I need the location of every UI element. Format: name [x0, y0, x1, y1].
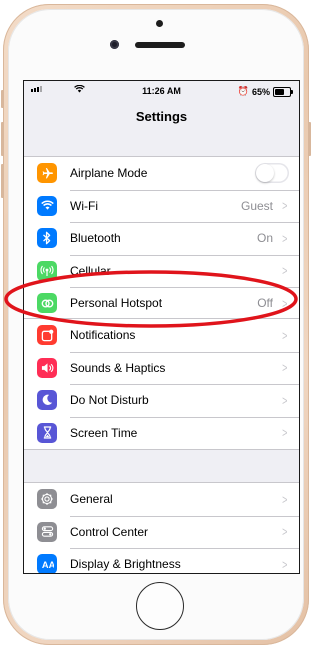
battery-fill [275, 88, 285, 95]
hourglass-icon [37, 422, 57, 443]
cellular-icon [37, 260, 57, 281]
battery-percent: 65% [251, 86, 270, 97]
notifications-icon [37, 325, 57, 346]
chevron-right-icon: > [282, 295, 288, 311]
settings-row-label: Control Center [70, 524, 149, 539]
settings-row-label: Notifications [70, 328, 136, 343]
settings-row-cellular[interactable]: Cellular > [24, 254, 299, 288]
toggle-knob [256, 164, 274, 183]
airplane-mode-toggle[interactable] [255, 163, 289, 184]
sounds-icon [37, 357, 57, 378]
chevron-right-icon: > [282, 524, 288, 540]
wifi-icon [37, 195, 57, 216]
settings-row-label: Do Not Disturb [70, 393, 149, 408]
settings-row-control-center[interactable]: Control Center > [24, 515, 299, 549]
settings-row-label: Airplane Mode [70, 166, 148, 181]
bluetooth-icon [37, 228, 57, 249]
earpiece-speaker [135, 42, 185, 48]
status-right: ⏰ 65% [237, 86, 293, 97]
hotspot-icon [37, 293, 57, 314]
settings-row-screen-time[interactable]: Screen Time > [24, 416, 299, 450]
settings-row-label: General [70, 492, 113, 507]
chevron-right-icon: > [282, 360, 288, 376]
settings-group: Airplane Mode Wi-Fi Guest > Bluetooth On > Cell… [24, 156, 299, 321]
settings-row-notifications[interactable]: Notifications > [24, 319, 299, 352]
proximity-sensor [156, 20, 163, 27]
chevron-right-icon: > [282, 491, 288, 507]
settings-row-sounds-and-haptics[interactable]: Sounds & Haptics > [24, 351, 299, 385]
settings-row-label: Cellular [70, 263, 111, 278]
volume-up-button [1, 122, 4, 156]
settings-group: General > Control Center > AA Display & Brigh… [24, 482, 299, 573]
settings-row-label: Sounds & Haptics [70, 360, 166, 375]
airplane-icon [37, 163, 57, 184]
gear-icon [37, 489, 57, 510]
settings-row-label: Personal Hotspot [70, 296, 163, 311]
chevron-right-icon: > [282, 392, 288, 408]
settings-row-label: Wi-Fi [70, 198, 98, 213]
moon-icon [37, 390, 57, 411]
chevron-right-icon: > [282, 263, 288, 279]
settings-group: Notifications > Sounds & Haptics > Do Not Di… [24, 318, 299, 450]
settings-row-value: Guest [240, 198, 273, 213]
settings-row-bluetooth[interactable]: Bluetooth On > [24, 222, 299, 255]
status-bar: 11:26 AM ⏰ 65% [24, 81, 299, 101]
settings-screen: 11:26 AM ⏰ 65% Settings Airplane Mode Wi-… [23, 80, 300, 574]
settings-row-label: Screen Time [70, 425, 138, 440]
mute-switch [1, 90, 4, 108]
settings-row-general[interactable]: General > [24, 483, 299, 516]
page-title: Settings [135, 109, 188, 124]
front-camera [110, 40, 119, 49]
chevron-right-icon: > [282, 230, 288, 246]
svg-text:AA: AA [41, 560, 53, 570]
battery-icon [273, 86, 293, 97]
chevron-right-icon: > [282, 327, 288, 343]
alarm-icon: ⏰ [237, 86, 249, 96]
chevron-right-icon: > [282, 198, 288, 214]
settings-row-personal-hotspot[interactable]: Personal Hotspot Off > [24, 287, 299, 320]
display-icon: AA [37, 554, 57, 573]
settings-row-label: Display & Brightness [70, 557, 181, 572]
settings-row-value: Off [257, 296, 273, 311]
volume-down-button [1, 164, 4, 198]
power-button [308, 122, 311, 156]
settings-row-wi-fi[interactable]: Wi-Fi Guest > [24, 189, 299, 223]
settings-row-airplane-mode[interactable]: Airplane Mode [24, 157, 299, 190]
chevron-right-icon: > [282, 425, 288, 441]
home-button[interactable] [136, 582, 184, 630]
settings-row-do-not-disturb[interactable]: Do Not Disturb > [24, 384, 299, 417]
settings-row-value: On [256, 231, 273, 246]
settings-row-label: Bluetooth [70, 231, 121, 246]
settings-row-display-and-brightness[interactable]: AA Display & Brightness > [24, 548, 299, 573]
chevron-right-icon: > [282, 556, 288, 572]
control-center-icon [37, 521, 57, 542]
